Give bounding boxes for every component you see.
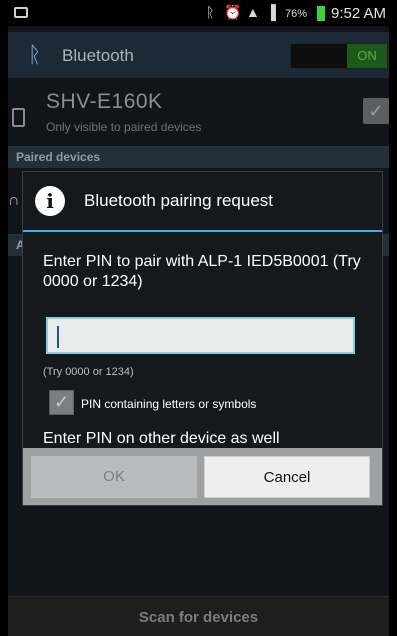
page-title: Bluetooth	[62, 46, 134, 65]
pin-prompt: Enter PIN to pair with ALP-1 IED5B0001 (…	[43, 253, 361, 290]
pin-hint: (Try 0000 or 1234)	[43, 366, 134, 378]
dialog-divider	[23, 230, 382, 232]
alarm-icon: ⏰	[224, 4, 242, 20]
pin-input[interactable]	[46, 317, 355, 354]
dialog-header: i Bluetooth pairing request	[23, 172, 382, 230]
cancel-button[interactable]: Cancel	[204, 456, 370, 498]
status-bar: ᚱ ⏰ ▲ ▐ 76% 9:52 AM	[8, 0, 389, 26]
bluetooth-icon: ᚱ	[206, 4, 215, 20]
battery-percent: 76%	[285, 8, 308, 20]
phone-icon	[12, 108, 25, 127]
pairing-dialog: i Bluetooth pairing request Enter PIN to…	[22, 171, 383, 506]
info-icon: i	[35, 186, 65, 216]
device-visibility: Only visible to paired devices	[46, 120, 202, 134]
ok-button[interactable]: OK	[31, 456, 197, 498]
visibility-checkbox[interactable]: ✓	[363, 98, 389, 124]
image-icon	[14, 7, 28, 18]
bluetooth-icon: ᚱ	[28, 42, 42, 67]
headphone-icon: ∩	[8, 192, 20, 209]
text-caret	[57, 326, 59, 348]
pin-letters-label: PIN containing letters or symbols	[81, 397, 257, 411]
section-paired-devices: Paired devices	[8, 146, 389, 168]
clock: 9:52 AM	[331, 5, 387, 22]
signal-icon: ▐	[266, 4, 276, 20]
pin-letters-checkbox[interactable]: ✓	[49, 390, 74, 415]
dialog-title: Bluetooth pairing request	[84, 191, 274, 210]
dialog-button-bar: OK Cancel	[23, 448, 382, 505]
wifi-icon: ▲	[246, 4, 260, 20]
toggle-on-label: ON	[347, 44, 387, 68]
scan-for-devices-button[interactable]: Scan for devices	[8, 609, 389, 626]
also-enter-text: Enter PIN on other device as well	[43, 430, 280, 447]
action-bar: ᚱ Bluetooth ON	[8, 32, 389, 78]
bluetooth-toggle[interactable]: ON	[290, 43, 388, 69]
bottom-bar: Scan for devices	[8, 596, 389, 636]
battery-icon	[317, 6, 325, 21]
device-name: SHV-E160K	[46, 90, 163, 113]
